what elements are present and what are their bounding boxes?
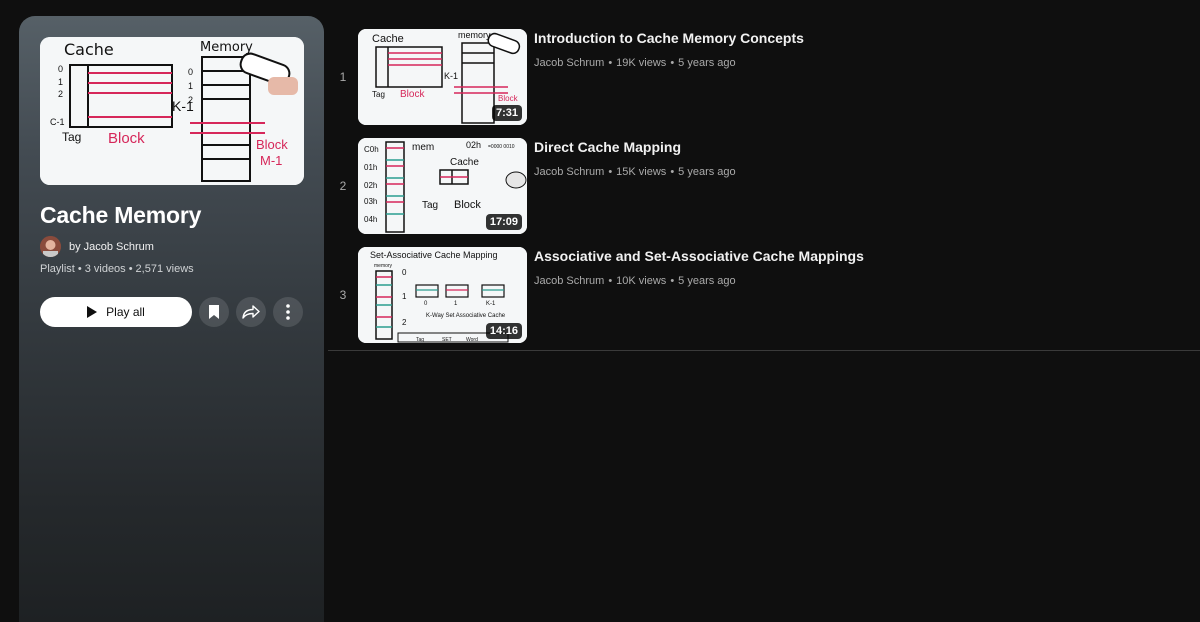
list-item[interactable]: 1 Cache memory Tag Block K-1 Block 7:31 … (328, 20, 1200, 129)
channel-name[interactable]: Jacob Schrum (534, 57, 604, 69)
svg-text:02h: 02h (466, 140, 481, 150)
video-meta: Jacob Schrum • 10K views • 5 years ago (534, 275, 736, 287)
svg-text:M-1: M-1 (260, 153, 282, 168)
svg-text:Cache: Cache (450, 157, 479, 168)
video-index: 1 (339, 70, 347, 84)
svg-text:Block: Block (108, 130, 145, 147)
owner-label[interactable]: by Jacob Schrum (69, 241, 154, 253)
svg-text:memory: memory (374, 263, 393, 269)
svg-text:1: 1 (402, 292, 407, 301)
video-title[interactable]: Introduction to Cache Memory Concepts (534, 30, 804, 46)
upload-age: 5 years ago (678, 166, 736, 178)
video-title[interactable]: Associative and Set-Associative Cache Ma… (534, 248, 864, 264)
playlist-header-panel: Cache Memory 0 1 2 C-1 Tag Block 0 1 2 K… (19, 16, 324, 622)
svg-text:0: 0 (58, 64, 63, 74)
svg-text:02h: 02h (364, 181, 377, 190)
more-vert-icon (286, 304, 290, 320)
svg-text:Memory: Memory (200, 40, 253, 55)
owner-name[interactable]: Jacob Schrum (84, 241, 154, 253)
svg-text:03h: 03h (364, 197, 377, 206)
upload-age: 5 years ago (678, 57, 736, 69)
save-playlist-button[interactable] (199, 297, 229, 327)
play-all-button[interactable]: Play all (40, 297, 192, 327)
svg-text:Tag: Tag (372, 90, 385, 99)
svg-text:2: 2 (58, 89, 63, 99)
channel-name[interactable]: Jacob Schrum (534, 166, 604, 178)
view-count: 19K views (616, 57, 667, 69)
svg-text:Tag: Tag (416, 337, 424, 343)
svg-text:1: 1 (58, 77, 63, 87)
svg-text:K-1: K-1 (486, 301, 496, 307)
svg-text:Cache: Cache (372, 33, 404, 45)
more-options-button[interactable] (273, 297, 303, 327)
list-item[interactable]: 2 C0h 01h 02h 03h 04h mem 02h =0000 0010… (328, 129, 1200, 238)
share-icon (242, 305, 260, 319)
share-button[interactable] (236, 297, 266, 327)
svg-text:Block: Block (400, 89, 425, 100)
duration-badge: 14:16 (485, 323, 522, 339)
playlist-views: 2,571 views (135, 263, 194, 275)
video-meta: Jacob Schrum • 19K views • 5 years ago (534, 57, 736, 69)
playlist-meta: Playlist • 3 videos • 2,571 views (40, 263, 194, 275)
svg-text:K-1: K-1 (444, 71, 458, 81)
cache-diagram-thumbnail: Cache Memory 0 1 2 C-1 Tag Block 0 1 2 K… (40, 37, 304, 185)
svg-text:04h: 04h (364, 215, 377, 224)
svg-text:0: 0 (402, 268, 407, 277)
video-info: Introduction to Cache Memory Concepts Ja… (534, 30, 804, 129)
duration-badge: 7:31 (491, 105, 522, 121)
view-count: 10K views (616, 275, 667, 287)
video-thumbnail[interactable]: Set-Associative Cache Mapping memory 0 1… (358, 247, 527, 343)
duration-badge: 17:09 (485, 214, 522, 230)
upload-age: 5 years ago (678, 275, 736, 287)
svg-text:0: 0 (188, 67, 193, 77)
svg-text:C0h: C0h (364, 145, 379, 154)
video-info: Direct Cache Mapping Jacob Schrum • 15K vi… (534, 139, 736, 238)
play-icon (87, 306, 98, 318)
play-all-label: Play all (106, 305, 145, 319)
svg-text:Cache: Cache (64, 40, 114, 59)
svg-text:memory: memory (458, 30, 491, 40)
playlist-video-list: 1 Cache memory Tag Block K-1 Block 7:31 … (328, 20, 1200, 351)
svg-text:mem: mem (412, 142, 434, 153)
svg-text:K-1: K-1 (172, 98, 194, 114)
video-index: 3 (339, 288, 347, 302)
video-index: 2 (339, 179, 347, 193)
bookmark-icon (209, 305, 219, 319)
video-meta: Jacob Schrum • 15K views • 5 years ago (534, 166, 736, 178)
avatar[interactable] (40, 236, 61, 257)
playlist-thumbnail[interactable]: Cache Memory 0 1 2 C-1 Tag Block 0 1 2 K… (40, 37, 304, 185)
svg-text:Block: Block (454, 199, 481, 211)
page-title: Cache Memory (40, 202, 202, 228)
video-info: Associative and Set-Associative Cache Ma… (534, 248, 864, 347)
by-prefix: by (69, 240, 81, 253)
channel-name[interactable]: Jacob Schrum (534, 275, 604, 287)
svg-text:Set-Associative Cache Mapping: Set-Associative Cache Mapping (370, 250, 498, 260)
list-item[interactable]: 3 Set-Associative Cache Mapping memory 0… (328, 238, 1200, 347)
svg-text:C-1: C-1 (50, 117, 65, 127)
view-count: 15K views (616, 166, 667, 178)
playlist-type: Playlist (40, 263, 75, 275)
owner-row: by Jacob Schrum (40, 236, 154, 257)
svg-text:SET: SET (442, 337, 452, 343)
svg-text:Tag: Tag (422, 200, 438, 211)
svg-text:Tag: Tag (62, 130, 81, 144)
video-thumbnail[interactable]: Cache memory Tag Block K-1 Block 7:31 (358, 29, 527, 125)
svg-text:=0000 0010: =0000 0010 (488, 144, 515, 150)
list-divider (328, 350, 1200, 351)
svg-text:Block: Block (256, 137, 288, 152)
svg-text:K-Way Set Associative Cache: K-Way Set Associative Cache (426, 313, 506, 319)
playlist-actions: Play all (40, 297, 303, 327)
video-thumbnail[interactable]: C0h 01h 02h 03h 04h mem 02h =0000 0010 C… (358, 138, 527, 234)
svg-text:Block: Block (498, 94, 519, 103)
svg-text:Word: Word (466, 337, 478, 343)
svg-text:2: 2 (402, 318, 407, 327)
svg-text:01h: 01h (364, 163, 377, 172)
svg-text:1: 1 (188, 81, 193, 91)
video-count: 3 videos (84, 263, 126, 275)
video-title[interactable]: Direct Cache Mapping (534, 139, 736, 155)
